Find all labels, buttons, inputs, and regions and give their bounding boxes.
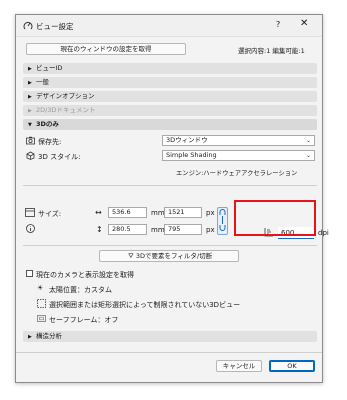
save-to-select[interactable]: 3Dウィンドウ ⌄ bbox=[162, 135, 315, 146]
3d-style-icon bbox=[26, 151, 35, 160]
section-view-id[interactable]: ▶ ビューID bbox=[23, 63, 317, 74]
section-2d-3d-documents: ▶ 2D/3Dドキュメント bbox=[23, 105, 317, 116]
get-camera-label: 現在のカメラと表示設定を取得 bbox=[36, 271, 134, 279]
chevron-down-icon: ⌄ bbox=[305, 137, 311, 144]
window-title: ビュー設定 bbox=[36, 22, 74, 31]
help-button[interactable]: ? bbox=[276, 20, 280, 29]
width-px-unit: px bbox=[206, 209, 215, 217]
height-mm-input[interactable]: 280.5 bbox=[108, 224, 147, 235]
save-to-label: 保存先: bbox=[38, 138, 62, 146]
chevron-right-icon: ▶ bbox=[28, 80, 32, 86]
3d-style-select[interactable]: Simple Shading ⌄ bbox=[162, 150, 315, 161]
resolution-highlight-box bbox=[234, 200, 316, 236]
section-general[interactable]: ▶ 一般 bbox=[23, 77, 317, 88]
size-icon bbox=[25, 208, 35, 217]
get-camera-checkbox[interactable] bbox=[26, 270, 33, 277]
size-label: サイズ: bbox=[38, 210, 62, 218]
chevron-down-icon: ⌄ bbox=[305, 152, 311, 159]
chevron-right-icon: ▶ bbox=[28, 334, 32, 340]
chevron-right-icon: ▶ bbox=[28, 94, 32, 100]
camera-icon bbox=[26, 136, 35, 145]
link-proportions-button[interactable] bbox=[217, 207, 228, 235]
chevron-right-icon: ▶ bbox=[28, 66, 32, 72]
close-button[interactable]: ✕ bbox=[300, 18, 308, 29]
chevron-right-icon: ▶ bbox=[28, 108, 32, 114]
safe-frame-icon bbox=[37, 315, 46, 322]
selection-info: 選択内容:1 編集可能:1 bbox=[238, 47, 305, 55]
cancel-button[interactable]: キャンセル bbox=[216, 360, 262, 372]
selection-limit-info: 選択範囲または矩形選択によって制限されていない3Dビュー bbox=[49, 301, 241, 309]
section-3d-only[interactable]: ▼ 3Dのみ bbox=[23, 119, 317, 130]
filter-cut-3d-button[interactable]: ⛛ 3Dで要素をフィルタ/切断 bbox=[99, 250, 239, 262]
filter-icon: ⛛ bbox=[128, 252, 134, 260]
width-mm-unit: mm bbox=[151, 209, 165, 217]
section-design-options[interactable]: ▶ デザインオプション bbox=[23, 91, 317, 102]
height-px-input[interactable]: 795 bbox=[164, 224, 202, 235]
view-settings-icon bbox=[23, 21, 33, 30]
ok-button[interactable]: OK bbox=[269, 360, 315, 372]
sun-icon: ☀ bbox=[37, 284, 44, 292]
marquee-icon bbox=[37, 299, 46, 308]
get-current-window-settings-button[interactable]: 現在のウィンドウの設定を取得 bbox=[26, 43, 186, 55]
view-settings-dialog: ビュー設定 ? ✕ 現在のウィンドウの設定を取得 選択内容:1 編集可能:1 ▶… bbox=[15, 14, 329, 383]
3d-style-label: 3D スタイル: bbox=[38, 153, 81, 161]
divider bbox=[23, 245, 317, 246]
dpi-unit: dpi bbox=[318, 229, 329, 237]
sun-position: 太陽位置：カスタム bbox=[49, 286, 112, 294]
height-arrow-icon: ↕ bbox=[96, 225, 103, 234]
title-bar: ビュー設定 ? ✕ bbox=[16, 15, 322, 37]
width-mm-input[interactable]: 536.6 bbox=[108, 207, 147, 218]
divider bbox=[23, 185, 317, 186]
width-px-input[interactable]: 1521 bbox=[164, 207, 202, 218]
height-mm-unit: mm bbox=[151, 226, 165, 234]
height-px-unit: px bbox=[206, 226, 215, 234]
chevron-down-icon: ▼ bbox=[28, 122, 32, 128]
width-arrow-icon: ↔ bbox=[95, 208, 102, 217]
divider bbox=[16, 352, 322, 353]
chain-link-icon bbox=[219, 209, 226, 231]
engine-info: エンジン:ハードウェアアクセラレーション bbox=[176, 170, 298, 177]
safe-frame-info: セーフフレーム：オフ bbox=[49, 316, 119, 324]
section-structural-analysis[interactable]: ▶ 構造分析 bbox=[23, 331, 317, 342]
info-icon[interactable] bbox=[26, 224, 35, 233]
